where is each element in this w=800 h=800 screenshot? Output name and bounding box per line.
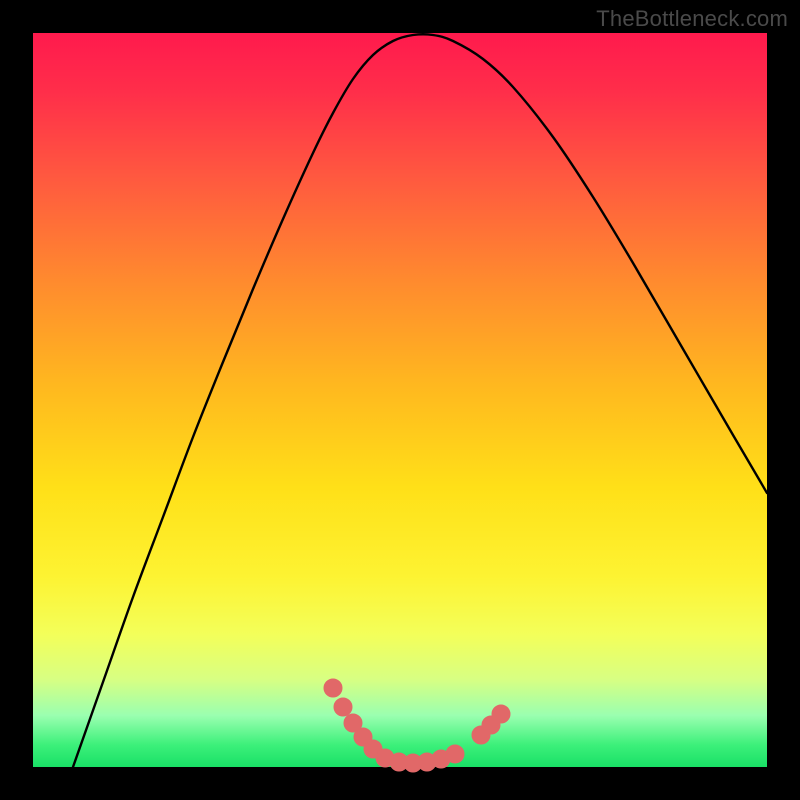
right-cluster-3	[492, 705, 510, 723]
watermark-text: TheBottleneck.com	[596, 6, 788, 32]
left-cluster-1	[324, 679, 342, 697]
marker-group	[324, 679, 510, 772]
left-cluster-2	[334, 698, 352, 716]
bottleneck-curve	[73, 34, 767, 767]
bottom-bar-6	[446, 745, 464, 763]
chart-frame: TheBottleneck.com	[0, 0, 800, 800]
plot-area	[33, 33, 767, 767]
chart-svg	[33, 33, 767, 767]
